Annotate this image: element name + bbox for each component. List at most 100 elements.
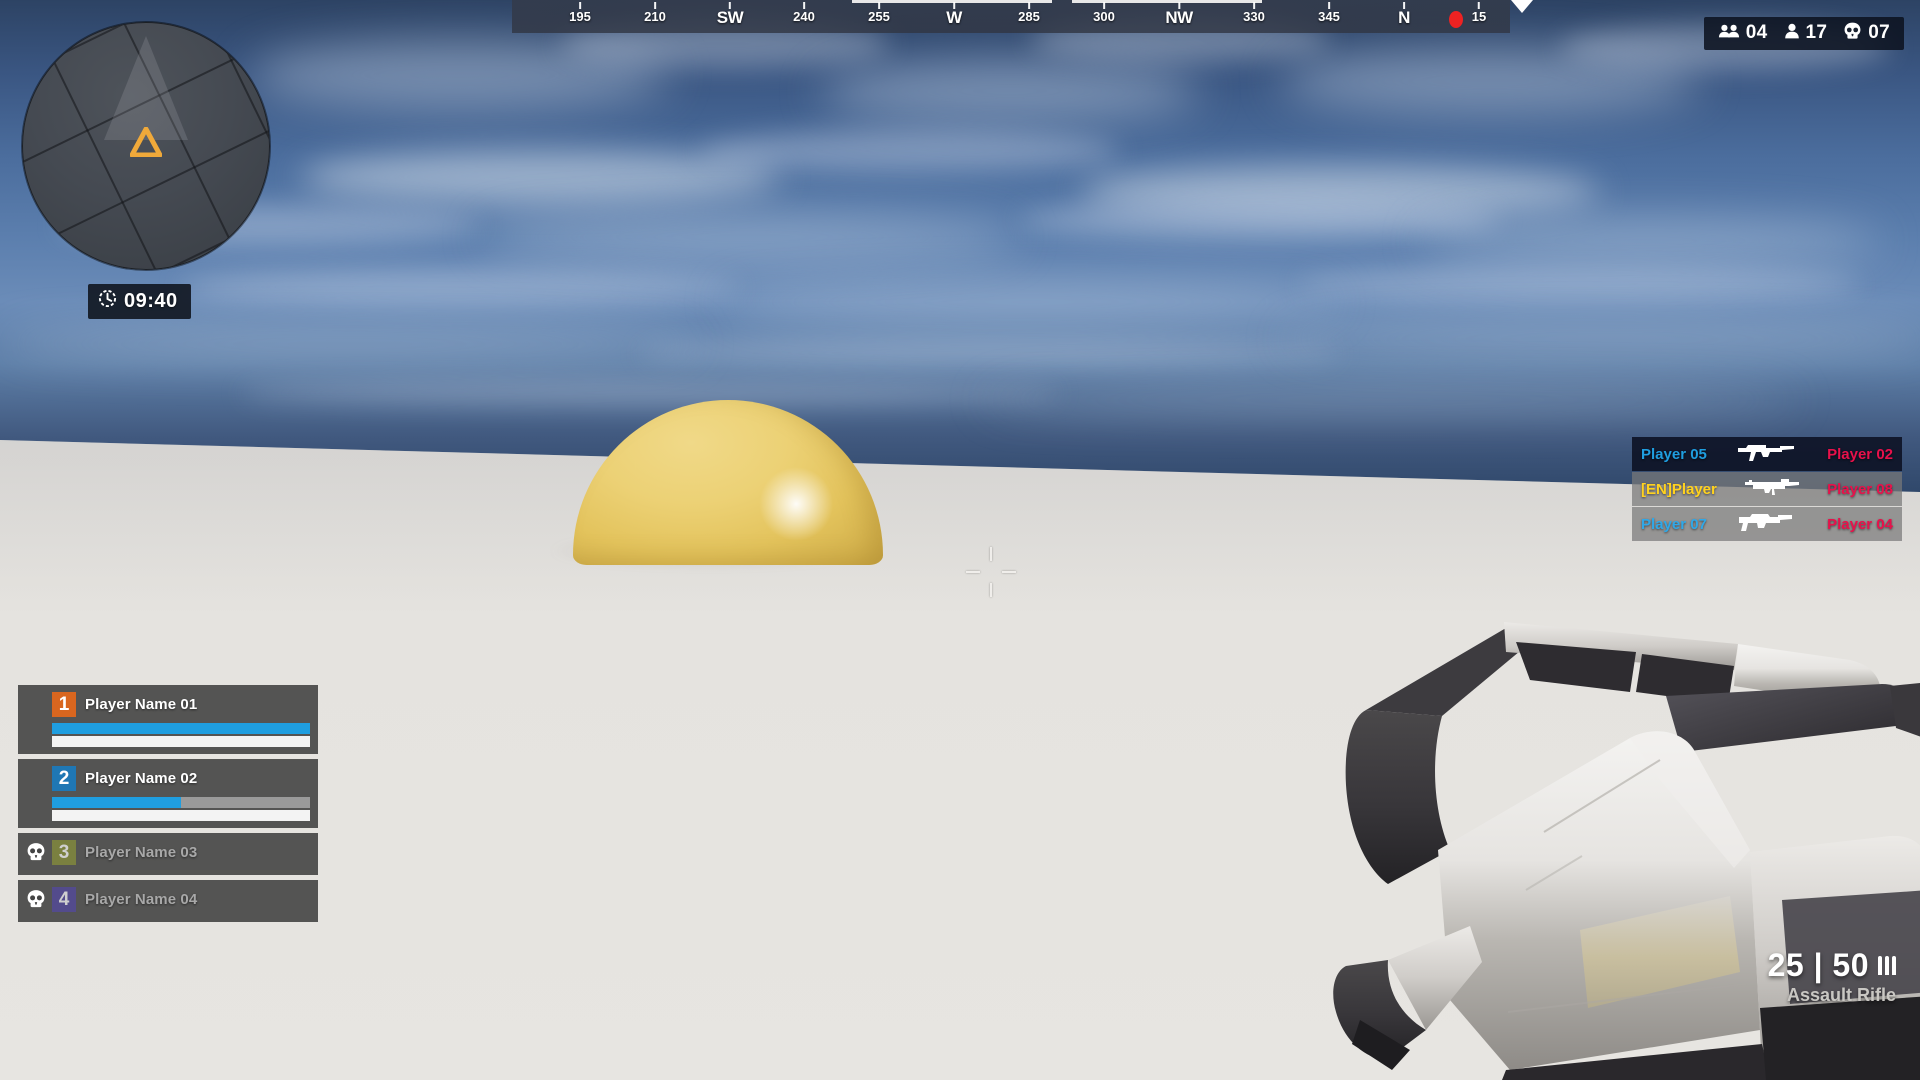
compass-tick-n: N [1398, 0, 1410, 26]
compass-tick-label: 330 [1243, 9, 1265, 24]
armor-bar [52, 810, 310, 821]
assault-rifle-icon [1736, 441, 1798, 468]
team-member-row[interactable]: 4 Player Name 04 [18, 880, 318, 922]
person-icon [1784, 23, 1800, 44]
compass-tick-mark [1252, 2, 1255, 9]
kill-feed-row: Player 05 Player 02 [1632, 437, 1902, 471]
kill-feed-row: [EN]Player Player 08 [1632, 472, 1902, 506]
compass-tick-label: 345 [1318, 9, 1340, 24]
team-member-name: Player Name 01 [85, 696, 198, 713]
team-group-icon [1718, 23, 1740, 44]
crosshair-bottom [990, 583, 992, 597]
compass-ticks: 195 210 SW 240 255 W 285 300 NW 330 345 N 15 [512, 0, 1510, 33]
team-member-name: Player Name 03 [85, 844, 198, 861]
compass-tick-label: 15 [1471, 9, 1487, 24]
compass-tick-label: 300 [1093, 9, 1115, 24]
kill-feed: Player 05 Player 02 [EN]Player Player 08 Pla… [1632, 437, 1902, 542]
compass-tick-mark [728, 2, 731, 9]
kill-feed-killer: [EN]Player [1641, 480, 1717, 498]
compass-tick-label: 195 [569, 9, 591, 24]
match-timer: 09:40 [88, 284, 191, 319]
compass-tick-mark [578, 2, 581, 9]
team-member-header: 4 Player Name 04 [52, 887, 310, 912]
crosshair-left [966, 571, 980, 573]
compass-tick-mark [1327, 2, 1330, 9]
team-member-row[interactable]: 2 Player Name 02 [18, 759, 318, 828]
compass-tick-label: 285 [1018, 9, 1040, 24]
game-screen: 195 210 SW 240 255 W 285 300 NW 330 345 N 15 [0, 0, 1920, 1080]
compass-tick-label: 240 [793, 9, 815, 24]
compass-tick-label: N [1398, 8, 1410, 27]
kill-feed-killer: Player 07 [1641, 515, 1707, 533]
health-bar-fill [52, 797, 181, 808]
health-bar [52, 797, 310, 808]
compass-tick-210: 210 [644, 0, 666, 23]
team-member-slot-badge: 1 [52, 692, 76, 717]
compass-tick-mark [1478, 2, 1480, 9]
compass-tick-mark [1027, 2, 1030, 9]
health-bar [52, 723, 310, 734]
team-member-header: 3 Player Name 03 [52, 840, 310, 865]
alive-count-group: 17 [1784, 22, 1828, 44]
skull-icon [1843, 22, 1862, 44]
compass-tick-240: 240 [793, 0, 815, 23]
team-member-bars [52, 723, 310, 747]
ammo-magazine: 25 [1767, 947, 1805, 983]
team-count-value: 04 [1745, 22, 1768, 43]
team-member-row[interactable]: 3 Player Name 03 [18, 833, 318, 875]
compass-tick-300: 300 [1093, 0, 1115, 23]
view-cone [104, 36, 188, 140]
compass-tick-mark [952, 2, 955, 9]
crosshair-right [1002, 571, 1016, 573]
compass-tick-label: NW [1165, 8, 1193, 27]
compass-tick-285: 285 [1018, 0, 1040, 23]
compass-tick-w: W [946, 0, 962, 26]
team-member-slot-badge: 4 [52, 887, 76, 912]
compass-tick-mark [802, 2, 805, 9]
kill-count-group: 07 [1843, 22, 1890, 44]
team-member-header: 2 Player Name 02 [52, 766, 310, 791]
marksman-rifle-icon [1736, 511, 1798, 538]
team-member-header: 1 Player Name 01 [52, 692, 310, 717]
ammo-display: 25 | 50 Assault Rifle [1768, 947, 1896, 1006]
alive-count-value: 17 [1805, 22, 1828, 43]
team-member-bars [52, 797, 310, 821]
team-member-name: Player Name 04 [85, 891, 198, 908]
compass-tick-15: 15 [1472, 0, 1486, 23]
compass-tick-mark [1403, 2, 1405, 9]
compass-tick-345: 345 [1318, 0, 1340, 23]
compass-tick-sw: SW [716, 0, 744, 27]
compass-tick-label: 255 [868, 9, 890, 24]
compass-bar: 195 210 SW 240 255 W 285 300 NW 330 345 N 15 [512, 0, 1533, 33]
kill-feed-victim: Player 04 [1827, 515, 1893, 533]
sniper-rifle-icon [1741, 476, 1803, 503]
compass-tick-195: 195 [569, 0, 591, 23]
weapon-name: Assault Rifle [1786, 985, 1896, 1005]
compass-tick-mark [653, 2, 656, 9]
kill-feed-victim: Player 02 [1827, 445, 1893, 463]
health-bar-fill [52, 723, 310, 734]
kill-count-value: 07 [1868, 22, 1890, 43]
compass-tick-label: 210 [644, 9, 666, 24]
team-member-name: Player Name 02 [85, 770, 198, 787]
timer-value: 09:40 [124, 289, 178, 312]
crosshair-top [990, 547, 992, 561]
team-member-slot-badge: 3 [52, 840, 76, 865]
armor-bar [52, 736, 310, 747]
ammo-counts: 25 | 50 [1768, 947, 1869, 984]
team-member-slot-badge: 2 [52, 766, 76, 791]
skull-icon [26, 889, 46, 913]
compass-pointer-icon [1511, 0, 1533, 13]
compass-tick-mark [877, 2, 880, 9]
compass-tick-label: SW [716, 8, 744, 27]
compass-tick-nw: NW [1165, 0, 1193, 27]
compass-tick-label: W [946, 8, 962, 27]
clock-icon [98, 289, 117, 313]
compass-tick-mark [1102, 2, 1105, 9]
compass-tick-mark [1177, 2, 1180, 9]
minimap[interactable] [22, 22, 270, 270]
kill-feed-killer: Player 05 [1641, 445, 1707, 463]
kill-feed-victim: Player 08 [1827, 480, 1893, 498]
team-member-row[interactable]: 1 Player Name 01 [18, 685, 318, 754]
bullets-icon [1878, 956, 1896, 975]
